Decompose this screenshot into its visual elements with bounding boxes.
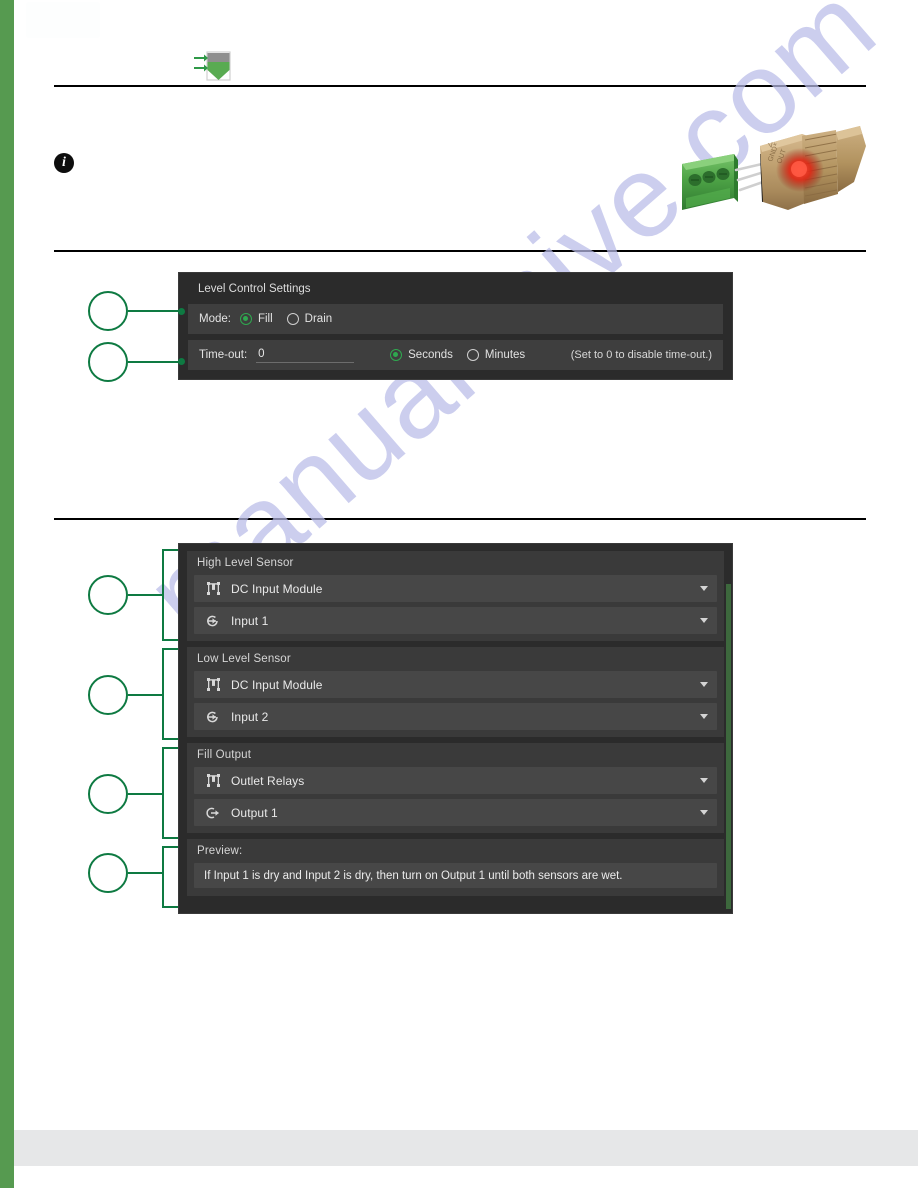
fill-output-channel-select[interactable]: Output 1 xyxy=(194,799,717,826)
timeout-input[interactable] xyxy=(256,347,355,363)
header-logo xyxy=(26,2,100,38)
high-level-sensor-group: High Level Sensor DC Input Module Input … xyxy=(187,551,724,641)
timeout-label: Time-out: xyxy=(199,349,248,361)
timeout-radio-seconds-label: Seconds xyxy=(408,349,453,361)
radio-indicator-fill xyxy=(239,313,252,325)
mode-radio-fill-label: Fill xyxy=(257,313,273,325)
callout-dot-1 xyxy=(178,308,185,315)
low-level-module-value: DC Input Module xyxy=(231,677,323,692)
mode-label: Mode: xyxy=(199,313,231,325)
callout-marker-2 xyxy=(88,342,128,382)
chevron-down-icon[interactable] xyxy=(700,586,708,591)
callout-marker-1 xyxy=(88,291,128,331)
mode-radio-fill[interactable]: Fill xyxy=(239,313,273,325)
radio-indicator-drain xyxy=(286,313,299,325)
chevron-down-icon[interactable] xyxy=(700,682,708,687)
callout-leader-4 xyxy=(128,694,164,697)
mode-row: Mode: Fill Drain xyxy=(188,304,723,334)
io-module-icon xyxy=(201,677,225,692)
high-level-module-select[interactable]: DC Input Module xyxy=(194,575,717,602)
fill-output-title: Fill Output xyxy=(197,749,252,761)
left-green-stripe xyxy=(0,0,14,1188)
high-level-channel-value: Input 1 xyxy=(231,613,269,628)
mode-radio-drain-label: Drain xyxy=(304,313,333,325)
mode-radio-drain[interactable]: Drain xyxy=(286,313,333,325)
timeout-unit-radio-group: Seconds Minutes xyxy=(390,349,539,361)
fill-output-module-select[interactable]: Outlet Relays xyxy=(194,767,717,794)
callout-marker-4 xyxy=(88,675,128,715)
high-level-module-value: DC Input Module xyxy=(231,581,323,596)
sensor-configuration-panel: High Level Sensor DC Input Module Input … xyxy=(178,543,733,914)
preview-group: Preview: If Input 1 is dry and Input 2 i… xyxy=(187,839,724,896)
callout-marker-6 xyxy=(88,853,128,893)
chevron-down-icon[interactable] xyxy=(700,778,708,783)
liquid-level-sensor-photo: V+ GND OUT xyxy=(668,124,872,224)
chevron-down-icon[interactable] xyxy=(700,714,708,719)
low-level-channel-value: Input 2 xyxy=(231,709,269,724)
io-module-icon xyxy=(201,773,225,788)
low-level-channel-select[interactable]: Input 2 xyxy=(194,703,717,730)
chevron-down-icon[interactable] xyxy=(700,810,708,815)
output-arrow-icon xyxy=(201,805,225,821)
level-control-settings-panel: Level Control Settings Mode: Fill Drain … xyxy=(178,272,733,380)
low-level-module-select[interactable]: DC Input Module xyxy=(194,671,717,698)
callout-bracket-4 xyxy=(162,648,178,740)
high-level-channel-select[interactable]: Input 1 xyxy=(194,607,717,634)
callout-leader-6 xyxy=(128,872,164,875)
io-module-icon xyxy=(201,581,225,596)
level-control-settings-title: Level Control Settings xyxy=(198,283,311,295)
fill-output-channel-value: Output 1 xyxy=(231,805,278,820)
callout-leader-1 xyxy=(128,310,180,313)
callout-bracket-3 xyxy=(162,549,178,641)
callout-bracket-5 xyxy=(162,747,178,839)
chevron-down-icon[interactable] xyxy=(700,618,708,623)
callout-bracket-6 xyxy=(162,846,178,908)
timeout-radio-seconds[interactable]: Seconds xyxy=(390,349,453,361)
timeout-row: Time-out: Seconds Minutes (Set to 0 to d… xyxy=(188,340,723,370)
callout-marker-3 xyxy=(88,575,128,615)
low-level-sensor-title: Low Level Sensor xyxy=(197,653,291,665)
tank-fill-icon xyxy=(192,48,234,86)
divider-rule-2 xyxy=(54,250,866,252)
page-surface: manualshive.com i V+ GND Level Control S… xyxy=(0,0,918,1188)
info-icon: i xyxy=(54,153,74,173)
timeout-radio-minutes-label: Minutes xyxy=(484,349,526,361)
divider-rule-1 xyxy=(54,85,866,87)
input-arrow-icon xyxy=(201,709,225,725)
timeout-radio-minutes[interactable]: Minutes xyxy=(466,349,526,361)
mode-radio-group: Fill Drain xyxy=(239,313,346,325)
fill-output-group: Fill Output Outlet Relays Output 1 xyxy=(187,743,724,833)
footer-band xyxy=(14,1130,918,1166)
low-level-sensor-group: Low Level Sensor DC Input Module Input 2 xyxy=(187,647,724,737)
callout-leader-5 xyxy=(128,793,164,796)
callout-leader-2 xyxy=(128,361,180,364)
input-arrow-icon xyxy=(201,613,225,629)
preview-text: If Input 1 is dry and Input 2 is dry, th… xyxy=(194,863,717,888)
callout-leader-3 xyxy=(128,594,164,597)
callout-marker-5 xyxy=(88,774,128,814)
divider-rule-3 xyxy=(54,518,866,520)
timeout-hint: (Set to 0 to disable time-out.) xyxy=(570,349,712,361)
callout-dot-2 xyxy=(178,358,185,365)
radio-indicator-seconds xyxy=(390,349,403,361)
radio-indicator-minutes xyxy=(466,349,479,361)
preview-title: Preview: xyxy=(197,845,243,857)
fill-output-module-value: Outlet Relays xyxy=(231,773,305,788)
high-level-sensor-title: High Level Sensor xyxy=(197,557,294,569)
